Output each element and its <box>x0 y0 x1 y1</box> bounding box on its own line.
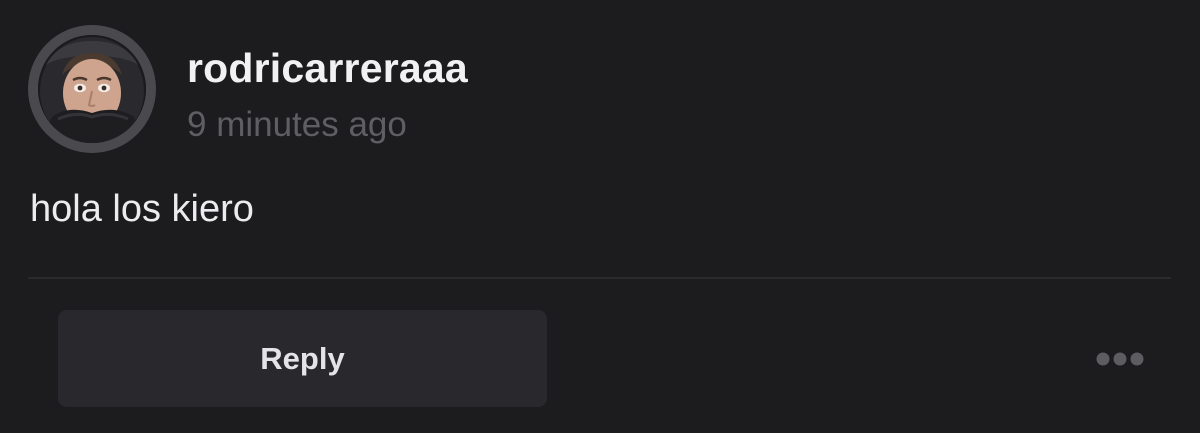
post-card: rodricarreraaa 9 minutes ago hola los ki… <box>0 0 1200 433</box>
ellipsis-icon <box>1096 352 1144 366</box>
avatar-ring[interactable] <box>28 25 156 153</box>
reply-button[interactable]: Reply <box>58 310 547 407</box>
more-options-button[interactable] <box>1088 340 1152 378</box>
reply-label: Reply <box>260 340 345 376</box>
divider <box>28 277 1171 279</box>
profile-photo-icon <box>38 35 146 143</box>
username[interactable]: rodricarreraaa <box>187 44 468 92</box>
timestamp: 9 minutes ago <box>187 105 407 144</box>
post-text: hola los kiero <box>30 188 254 230</box>
avatar[interactable] <box>38 35 146 143</box>
